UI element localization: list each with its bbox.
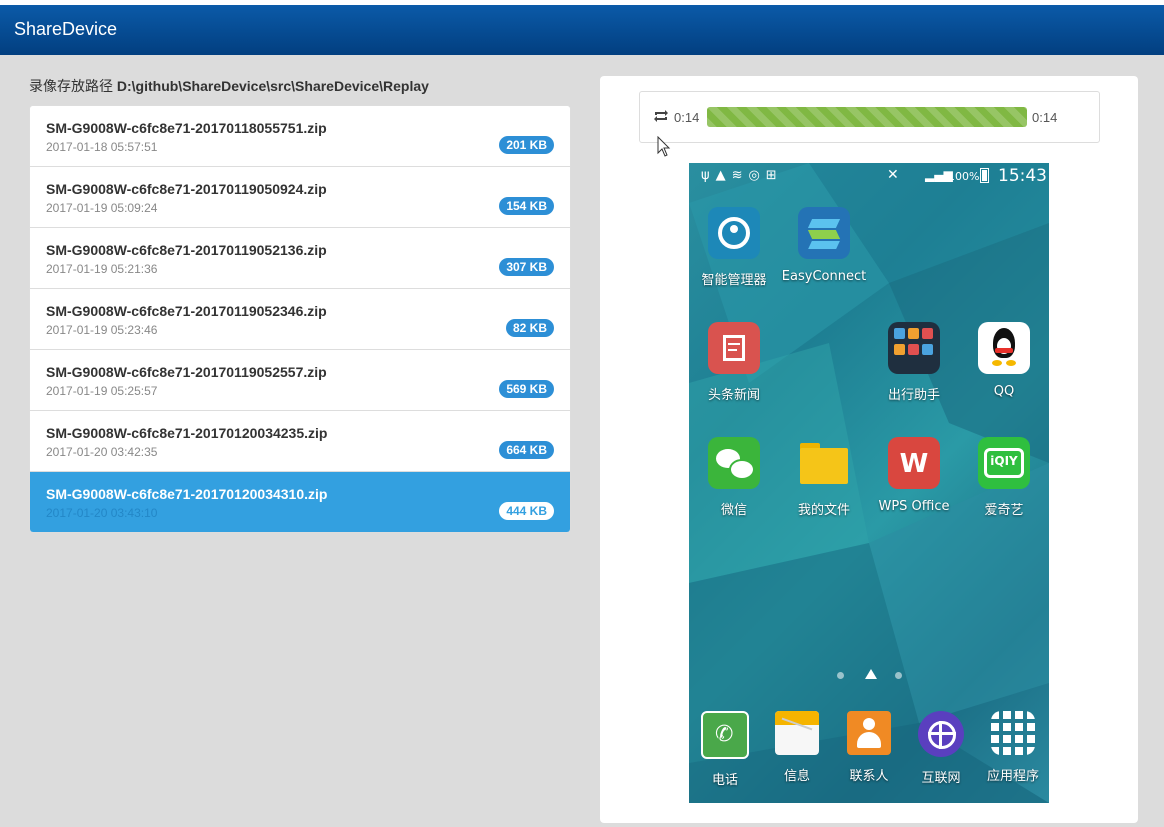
list-item[interactable]: SM-G9008W-c6fc8e71-20170119052557.zip 20…: [30, 350, 570, 411]
app-smart-manager[interactable]: 智能管理器: [689, 207, 779, 288]
list-item[interactable]: SM-G9008W-c6fc8e71-20170119050924.zip 20…: [30, 167, 570, 228]
list-item[interactable]: SM-G9008W-c6fc8e71-20170120034235.zip 20…: [30, 411, 570, 472]
playback-progress-bar[interactable]: [707, 107, 1027, 127]
easyconnect-icon: [798, 207, 850, 259]
file-date: 2017-01-19 05:21:36: [46, 262, 158, 276]
my-files-icon: [798, 437, 850, 489]
list-item[interactable]: SM-G9008W-c6fc8e71-20170119052136.zip 20…: [30, 228, 570, 289]
mouse-cursor-icon: [657, 136, 671, 157]
qq-icon: [978, 322, 1030, 374]
replay-path-label: 录像存放路径: [29, 78, 113, 94]
page-indicator: [689, 668, 1049, 682]
file-name: SM-G9008W-c6fc8e71-20170119050924.zip: [46, 181, 327, 197]
file-date: 2017-01-20 03:43:10: [46, 506, 158, 520]
wps-office-icon: W: [888, 437, 940, 489]
app-label: QQ: [993, 384, 1015, 399]
app-my-files[interactable]: 我的文件: [779, 437, 869, 518]
app-label: 出行助手: [887, 388, 940, 403]
total-time: 0:14: [1032, 110, 1058, 125]
file-size-badge: 444 KB: [499, 502, 554, 520]
file-name: SM-G9008W-c6fc8e71-20170118055751.zip: [46, 120, 327, 136]
app-label: 智能管理器: [701, 273, 767, 288]
file-date: 2017-01-19 05:25:57: [46, 384, 158, 398]
contacts-icon: [847, 711, 891, 755]
messages-icon: [775, 711, 819, 755]
replay-path: 录像存放路径 D:\github\ShareDevice\src\ShareDe…: [29, 76, 429, 96]
dock-apps[interactable]: 应用程序: [968, 711, 1049, 784]
app-label: WPS Office: [878, 499, 950, 514]
travel-assistant-icon: [888, 322, 940, 374]
app-label: 应用程序: [986, 769, 1039, 784]
file-size-badge: 664 KB: [499, 441, 554, 459]
smart-manager-icon: [708, 207, 760, 259]
list-item[interactable]: SM-G9008W-c6fc8e71-20170118055751.zip 20…: [30, 106, 570, 167]
app-travel-assistant[interactable]: 出行助手: [869, 322, 959, 403]
app-label: 头条新闻: [707, 388, 760, 403]
app-label: 爱奇艺: [984, 503, 1024, 518]
file-size-badge: 154 KB: [499, 197, 554, 215]
device-screen[interactable]: ψ▲≋◎⊞ ✕ ▂▄▆ 100% 15:43 智能管理器 EasyConnect…: [689, 163, 1049, 803]
file-date: 2017-01-20 03:42:35: [46, 445, 158, 459]
battery-percent: 100%: [948, 170, 980, 183]
app-label: 微信: [720, 503, 747, 518]
app-wechat[interactable]: 微信: [689, 437, 779, 518]
battery-icon: [980, 168, 989, 183]
replay-path-value: D:\github\ShareDevice\src\ShareDevice\Re…: [116, 78, 429, 94]
file-date: 2017-01-19 05:09:24: [46, 201, 158, 215]
replay-icon[interactable]: [652, 107, 670, 125]
file-list: SM-G9008W-c6fc8e71-20170118055751.zip 20…: [29, 105, 571, 533]
app-news[interactable]: 头条新闻: [689, 322, 779, 403]
news-icon: [708, 322, 760, 374]
wechat-icon: [708, 437, 760, 489]
file-size-badge: 201 KB: [499, 136, 554, 154]
app-title[interactable]: ShareDevice: [14, 19, 117, 40]
file-date: 2017-01-18 05:57:51: [46, 140, 158, 154]
status-clock: 15:43: [998, 166, 1047, 186]
internet-icon: [918, 711, 964, 757]
app-qq[interactable]: QQ: [959, 322, 1049, 399]
file-name: SM-G9008W-c6fc8e71-20170119052346.zip: [46, 303, 327, 319]
apps-grid-icon: [991, 711, 1035, 755]
file-name: SM-G9008W-c6fc8e71-20170120034235.zip: [46, 425, 328, 441]
mute-icon: ✕: [887, 167, 899, 183]
app-easyconnect[interactable]: EasyConnect: [779, 207, 869, 284]
app-iqiyi[interactable]: iQIY 爱奇艺: [959, 437, 1049, 518]
list-item[interactable]: SM-G9008W-c6fc8e71-20170119052346.zip 20…: [30, 289, 570, 350]
iqiyi-icon: iQIY: [978, 437, 1030, 489]
navbar: ShareDevice: [0, 5, 1164, 55]
playback-progress-fill: [707, 107, 1027, 127]
home-page-icon: [865, 669, 877, 679]
list-item-selected[interactable]: SM-G9008W-c6fc8e71-20170120034310.zip 20…: [30, 472, 570, 532]
app-label: EasyConnect: [781, 269, 867, 284]
file-size-badge: 569 KB: [499, 380, 554, 398]
file-size-badge: 307 KB: [499, 258, 554, 276]
player-controls: 0:14 0:14: [639, 91, 1100, 143]
notification-icons: ψ▲≋◎⊞: [701, 168, 783, 183]
app-label: 我的文件: [797, 503, 850, 518]
file-size-badge: 82 KB: [505, 319, 554, 337]
file-name: SM-G9008W-c6fc8e71-20170119052136.zip: [46, 242, 327, 258]
status-bar: ψ▲≋◎⊞ ✕ ▂▄▆ 100% 15:43: [689, 163, 1049, 189]
current-time: 0:14: [674, 110, 700, 125]
app-wps-office[interactable]: W WPS Office: [869, 437, 959, 514]
phone-icon: ✆: [701, 711, 749, 759]
file-date: 2017-01-19 05:23:46: [46, 323, 158, 337]
file-name: SM-G9008W-c6fc8e71-20170119052557.zip: [46, 364, 327, 380]
file-name: SM-G9008W-c6fc8e71-20170120034310.zip: [46, 486, 328, 502]
